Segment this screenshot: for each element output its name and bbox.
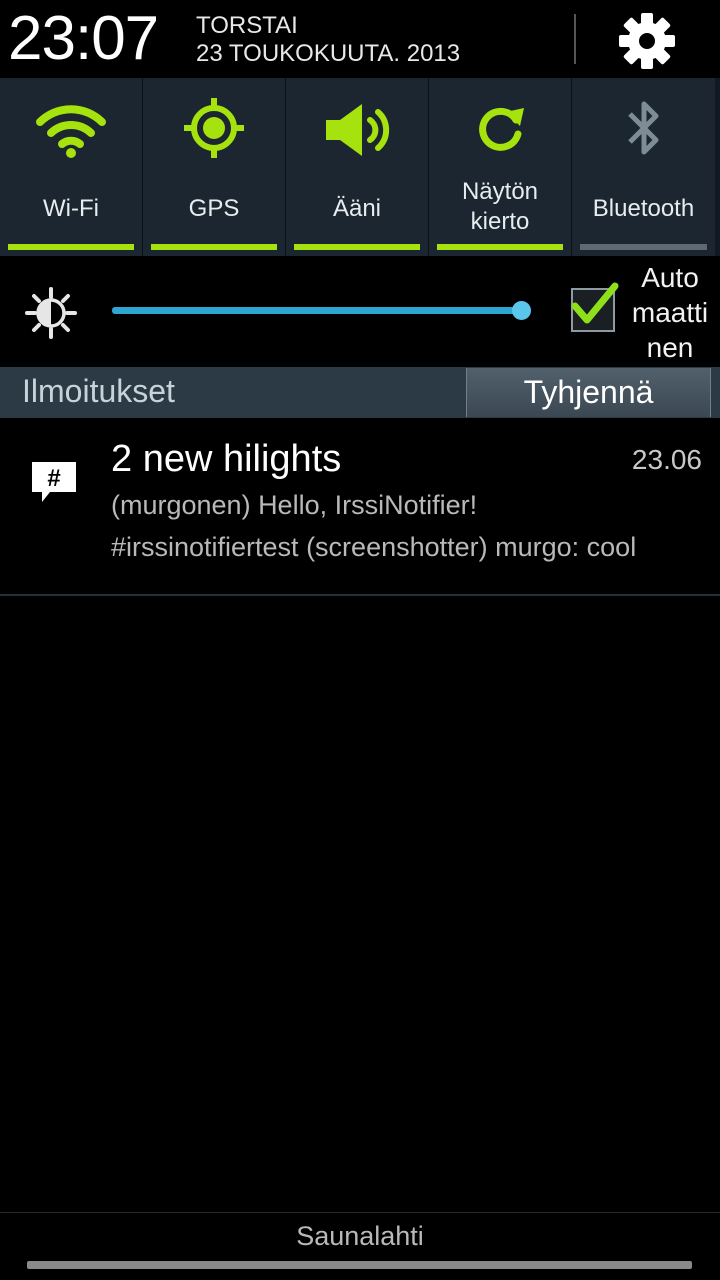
notification-title: 2 new hilights: [111, 438, 342, 480]
bluetooth-icon: [627, 101, 658, 155]
settings-button[interactable]: [616, 10, 678, 72]
notifications-title: Ilmoitukset: [22, 373, 175, 409]
svg-text:#: #: [47, 465, 60, 492]
toggle-label: Wi-Fi: [43, 195, 99, 222]
brightness-slider-thumb[interactable]: [512, 301, 531, 320]
toggle-indicator: [294, 244, 420, 250]
auto-brightness-checkbox[interactable]: [571, 282, 619, 332]
toggle-indicator: [437, 244, 563, 250]
gear-icon: [619, 13, 675, 69]
toggle-label: Bluetooth: [592, 195, 695, 222]
toggle-label: Näytön kierto: [461, 178, 539, 235]
toggle-rotation[interactable]: Näytön kierto: [429, 78, 572, 256]
toggle-indicator: [580, 244, 707, 250]
toggle-indicator: [8, 244, 134, 250]
toggle-label: GPS: [188, 195, 240, 222]
clear-notifications-button[interactable]: Tyhjennä: [466, 368, 711, 417]
divider: [0, 1212, 720, 1213]
divider: [0, 594, 720, 596]
date-full: 23 TOUKOKUUTA. 2013: [196, 40, 461, 67]
checkmark-icon: [571, 282, 619, 324]
notification-text-line: #irssinotifiertest (screenshotter) murgo…: [111, 532, 637, 562]
rotate-icon: [479, 107, 524, 151]
speaker-icon: [326, 104, 390, 156]
header-divider: [574, 14, 576, 64]
toggle-wifi[interactable]: Wi-Fi: [0, 78, 143, 256]
toggle-gps[interactable]: GPS: [143, 78, 286, 256]
quick-settings-panel: Wi-Fi GPS Ääni Näytön kierto Bluetooth: [0, 78, 720, 256]
notification-text-line: (murgonen) Hello, IrssiNotifier!: [111, 490, 478, 520]
wifi-icon: [36, 105, 106, 158]
toggle-label: Ääni: [332, 195, 382, 222]
gps-icon: [184, 98, 244, 158]
drag-handle[interactable]: [27, 1261, 692, 1269]
toggle-sound[interactable]: Ääni: [286, 78, 429, 256]
notification-time: 23.06: [631, 444, 702, 475]
notification-item[interactable]: # 2 new hilights 23.06 (murgonen) Hello,…: [0, 418, 720, 594]
date-day: TORSTAI: [196, 12, 298, 39]
auto-brightness-label: Auto maatti nen: [631, 262, 709, 363]
brightness-icon: [25, 287, 77, 339]
carrier-label: Saunalahti: [296, 1221, 424, 1251]
status-header: 23:07 TORSTAI 23 TOUKOKUUTA. 2013: [0, 0, 720, 78]
hash-chat-icon: #: [32, 462, 76, 502]
toggle-indicator: [151, 244, 277, 250]
toggle-bluetooth[interactable]: Bluetooth: [572, 78, 715, 256]
clock: 23:07: [8, 4, 159, 73]
brightness-slider-track[interactable]: [112, 307, 522, 314]
